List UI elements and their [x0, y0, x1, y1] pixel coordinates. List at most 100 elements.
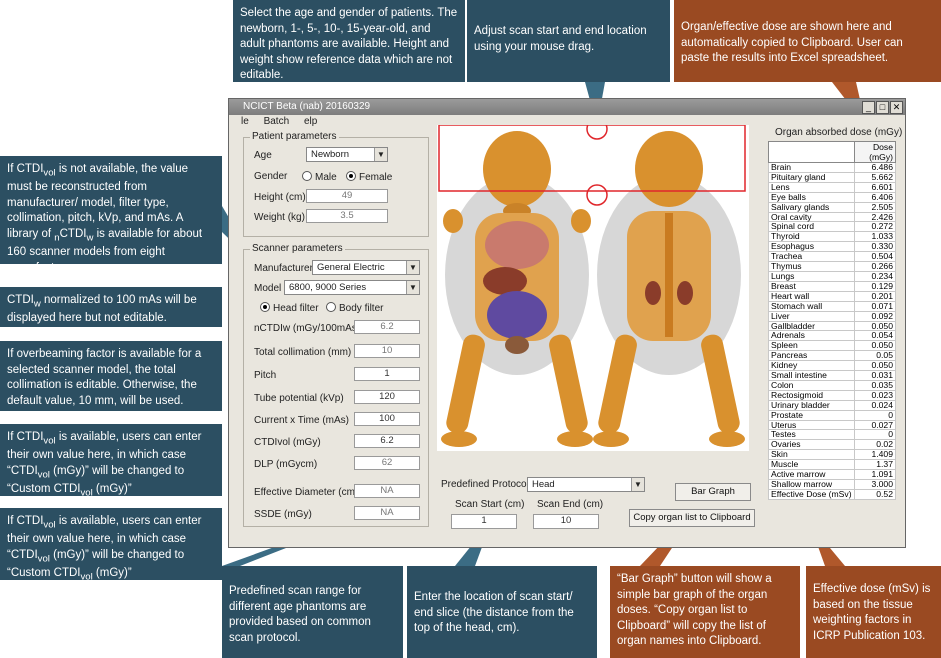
callout-subscript: vol [37, 553, 50, 565]
callout-subscript: vol [80, 571, 93, 583]
organ-name: Lens [768, 181, 855, 193]
callout-subscript: vol [43, 167, 56, 179]
callout-age-gender: Select the age and gender of patients. T… [233, 0, 465, 82]
protocol-select[interactable]: Head ▼ [527, 477, 645, 492]
bar-graph-button[interactable]: Bar Graph [675, 483, 751, 501]
table-row: Testes 0 [768, 429, 897, 441]
pitch-label: Pitch [254, 370, 277, 381]
callout-ctdi-normalized: CTDIw normalized to 100 mAs will be disp… [0, 287, 222, 327]
callout-text: (mGy)” [92, 566, 132, 579]
mas-field[interactable]: 100 [354, 412, 420, 426]
organ-name: Thyroid [768, 231, 855, 243]
collimation-field: 10 [354, 344, 420, 358]
menu-batch[interactable]: Batch [264, 116, 290, 127]
organ-dose: 0.035 [853, 379, 897, 391]
menu-file[interactable]: le [241, 116, 249, 127]
manufacturer-label: Manufacturer [254, 263, 313, 274]
organ-dose: 0.129 [853, 280, 897, 292]
organ-dose: 0.027 [853, 419, 897, 431]
radio-off-icon [302, 171, 312, 181]
minimize-button[interactable]: _ [862, 101, 875, 114]
organ-dose: 6.486 [853, 162, 897, 173]
table-row: Small intestine 0.031 [768, 370, 897, 381]
organ-name: Uterus [768, 419, 855, 431]
effective-dose-value: 0.52 [853, 488, 897, 500]
diameter-label: Effective Diameter (cm) [254, 487, 359, 498]
organ-dose: 0.272 [853, 221, 897, 233]
table-row: Skin 1.409 [768, 449, 897, 461]
ssde-label: SSDE (mGy) [254, 509, 312, 520]
table-row: Active marrow 1.091 [768, 469, 897, 480]
kvp-field[interactable]: 120 [354, 390, 420, 404]
organ-dose: 0 [853, 429, 897, 441]
callout-scan-slice: Enter the location of scan start/ end sl… [407, 566, 597, 658]
table-row: Kidney 0.050 [768, 360, 897, 372]
gender-female-radio[interactable]: Female [346, 171, 392, 183]
organ-name: Stomach wall [768, 300, 855, 312]
nctdiw-label: nCTDIw (mGy/100mAs) [254, 323, 361, 334]
organ-dose: 0.092 [853, 310, 897, 322]
table-row: Lungs 0.234 [768, 270, 897, 282]
organ-name: Breast [768, 280, 855, 292]
organ-dose: 2.505 [853, 201, 897, 213]
phantom-back-spine [665, 213, 673, 337]
head-filter-radio[interactable]: Head filter [260, 302, 319, 314]
organ-dose: 0.05 [853, 350, 897, 362]
table-row: Urinary bladder 0.024 [768, 399, 897, 411]
callout-subscript: w [33, 298, 41, 310]
organ-dose: 0.330 [853, 241, 897, 253]
ctdivol-field[interactable]: 6.2 [354, 434, 420, 448]
kvp-label: Tube potential (kVp) [254, 393, 344, 404]
maximize-button[interactable]: □ [876, 101, 889, 114]
manufacturer-select[interactable]: General Electric ▼ [312, 260, 420, 275]
organ-name: Brain [768, 162, 855, 173]
organ-name: Liver [768, 310, 855, 322]
organ-dose: 0.050 [853, 320, 897, 332]
pitch-field[interactable]: 1 [354, 367, 420, 381]
protocol-value: Head [532, 479, 555, 490]
model-select[interactable]: 6800, 9000 Series ▼ [284, 280, 420, 295]
body-filter-label: Body filter [339, 303, 384, 314]
patient-group-title: Patient parameters [250, 131, 339, 142]
gender-male-radio[interactable]: Male [302, 171, 337, 183]
phantom-viewer[interactable] [437, 125, 749, 451]
table-row: Adrenals 0.054 [768, 330, 897, 342]
table-row: Lens 6.601 [768, 181, 897, 193]
table-row: Ovaries 0.02 [768, 439, 897, 451]
gender-label: Gender [254, 171, 288, 182]
chevron-down-icon: ▼ [406, 281, 419, 294]
callout-subscript: vol [80, 487, 93, 499]
model-value: 6800, 9000 Series [289, 282, 367, 293]
scan-start-field[interactable]: 1 [451, 514, 517, 529]
diameter-field: NA [354, 484, 420, 498]
table-row: Trachea 0.504 [768, 251, 897, 263]
manufacturer-value: General Electric [317, 262, 385, 273]
organ-dose: 0.234 [853, 270, 897, 282]
phantom-front-hand-left [443, 209, 463, 233]
table-row: Thymus 0.266 [768, 261, 897, 272]
organ-dose: 1.37 [853, 459, 897, 471]
protocol-label: Predefined Protocol [441, 479, 529, 490]
body-filter-radio[interactable]: Body filter [326, 302, 383, 314]
organ-dose: 6.406 [853, 191, 897, 203]
scan-end-field[interactable]: 10 [533, 514, 599, 529]
organ-name: Gallbladder [768, 320, 855, 332]
menu-help[interactable]: elp [304, 116, 317, 127]
title-bar: NCICT Beta (nab) 20160329 _ □ ✕ [229, 99, 905, 115]
copy-organ-list-button[interactable]: Copy organ list to Clipboard [629, 509, 755, 527]
phantom-back-foot-right [709, 431, 745, 447]
app-window: NCICT Beta (nab) 20160329 _ □ ✕ le Batch… [228, 98, 906, 548]
head-filter-label: Head filter [273, 303, 319, 314]
table-row: Eye balls 6.406 [768, 191, 897, 203]
organ-dose: 1.033 [853, 231, 897, 243]
organ-dose: 0.050 [853, 340, 897, 352]
table-row: Prostate 0 [768, 409, 897, 421]
organ-name: Pituitary gland [768, 171, 855, 183]
close-button[interactable]: ✕ [890, 101, 903, 114]
organ-dose: 0.050 [853, 360, 897, 372]
organ-name: Eye balls [768, 191, 855, 203]
phantom-front-foot-right [557, 431, 593, 447]
organ-name: Small intestine [768, 370, 855, 381]
age-select[interactable]: Newborn ▼ [306, 147, 388, 162]
organ-name: Pancreas [768, 350, 855, 362]
